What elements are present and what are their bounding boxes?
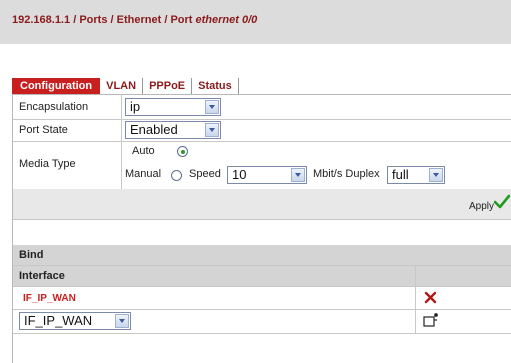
breadcrumb-separator: /	[164, 14, 168, 26]
column-divider	[121, 141, 122, 189]
chevron-down-icon	[205, 123, 219, 137]
breadcrumb-separator: /	[110, 14, 114, 26]
manual-label: Manual	[125, 168, 162, 180]
chevron-down-icon	[115, 314, 129, 328]
tab-pppoe[interactable]: PPPoE	[143, 78, 193, 94]
tab-configuration[interactable]: Configuration	[12, 78, 101, 94]
encapsulation-select[interactable]: ip	[125, 98, 221, 116]
column-divider	[415, 309, 416, 333]
interface-select[interactable]: IF_IP_WAN	[19, 312, 131, 330]
breadcrumb-host[interactable]: 192.168.1.1	[12, 14, 70, 26]
column-divider	[121, 119, 122, 141]
column-divider	[415, 266, 416, 286]
speed-value: 10	[232, 167, 247, 182]
column-divider	[121, 95, 122, 119]
media-type-row: Media Type Auto Manual Speed 10 Mbit/s D…	[13, 141, 511, 190]
breadcrumb-bar: 192.168.1.1 / Ports / Ethernet / Port et…	[0, 0, 511, 44]
breadcrumb-ethernet[interactable]: Ethernet	[117, 14, 162, 26]
apply-button[interactable]: Apply	[469, 201, 494, 212]
chevron-down-icon	[429, 168, 443, 182]
config-panel: Encapsulation ip Port State Enabled Medi…	[12, 94, 511, 363]
tab-vlan[interactable]: VLAN	[100, 78, 144, 94]
encapsulation-label: Encapsulation	[19, 101, 89, 113]
encapsulation-row: Encapsulation ip	[13, 95, 511, 120]
port-state-select[interactable]: Enabled	[125, 121, 221, 139]
breadcrumb-port-prefix: Port	[170, 14, 193, 26]
checkmark-icon[interactable]	[494, 194, 510, 210]
chevron-down-icon	[205, 100, 219, 114]
breadcrumb-port-name: ethernet 0/0	[195, 14, 258, 26]
breadcrumb-separator: /	[73, 14, 77, 26]
apply-row: Apply	[13, 189, 511, 220]
column-divider	[415, 287, 416, 309]
interface-name: IF_IP_WAN	[23, 293, 76, 304]
bind-title: Bind	[19, 249, 44, 261]
spacer-row	[13, 219, 511, 246]
add-icon[interactable]	[422, 312, 440, 328]
table-row: IF_IP_WAN	[13, 287, 511, 310]
bind-header: Bind	[13, 245, 511, 266]
tab-bar: Configuration VLAN PPPoE Status	[12, 76, 239, 94]
manual-radio[interactable]	[171, 170, 182, 181]
port-state-value: Enabled	[130, 122, 178, 137]
delete-icon[interactable]	[424, 291, 437, 304]
port-state-label: Port State	[19, 124, 68, 136]
interface-column-header: Interface	[19, 270, 65, 282]
speed-label: Speed	[189, 168, 221, 180]
encapsulation-value: ip	[130, 99, 141, 114]
duplex-value: full	[392, 167, 409, 182]
breadcrumb-ports[interactable]: Ports	[79, 14, 107, 26]
media-type-label: Media Type	[19, 158, 76, 170]
tab-status[interactable]: Status	[192, 78, 239, 94]
breadcrumb: 192.168.1.1 / Ports / Ethernet / Port et…	[12, 14, 257, 26]
port-state-row: Port State Enabled	[13, 119, 511, 142]
chevron-down-icon	[291, 168, 305, 182]
speed-select[interactable]: 10	[227, 166, 307, 184]
add-bind-row: IF_IP_WAN	[13, 309, 511, 334]
auto-label: Auto	[132, 145, 155, 157]
interface-select-value: IF_IP_WAN	[24, 313, 93, 328]
interface-header-row: Interface	[13, 266, 511, 287]
duplex-label: Mbit/s Duplex	[313, 168, 380, 180]
auto-radio[interactable]	[177, 146, 188, 157]
duplex-select[interactable]: full	[387, 166, 445, 184]
